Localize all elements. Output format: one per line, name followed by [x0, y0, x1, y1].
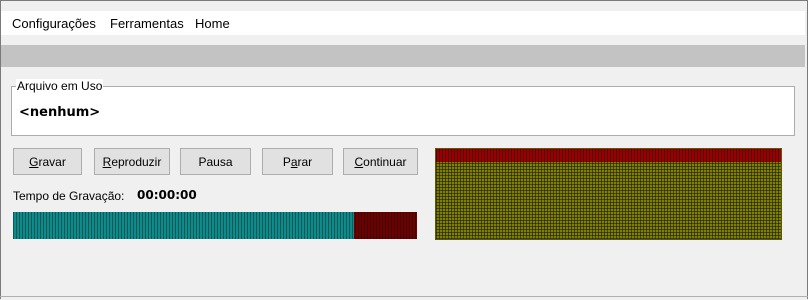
stop-button[interactable]: Pa rar — [262, 148, 333, 175]
play-button-accel: R — [102, 154, 112, 169]
pause-button-label: Pausa — [198, 154, 233, 169]
stop-button-label: rar — [297, 154, 313, 169]
menu-ferramentas[interactable]: Ferramentas — [108, 15, 186, 32]
status-divider — [0, 296, 808, 297]
record-button[interactable]: Gravar — [13, 148, 82, 175]
continue-button-accel: C — [354, 154, 364, 169]
record-button-label: ravar — [38, 154, 66, 169]
play-button[interactable]: Reproduzir — [94, 148, 170, 175]
record-button-accel: G — [29, 154, 39, 169]
menu-home[interactable]: Home — [193, 15, 232, 32]
recording-time-value: 00:00:00 — [137, 188, 197, 202]
audio-level-peak-band — [436, 149, 781, 162]
continue-button[interactable]: Continuar — [343, 148, 418, 175]
continue-button-label: ontinuar — [363, 154, 407, 169]
recording-progress-bar — [13, 212, 417, 239]
toolbar-strip — [1, 45, 805, 67]
recording-time-label: Tempo de Gravação: — [13, 189, 125, 203]
stop-button-accel: a — [290, 154, 298, 169]
audio-level-meter — [435, 148, 782, 240]
recording-progress-fill — [13, 212, 355, 239]
stop-button-label-pre: P — [282, 154, 291, 169]
file-in-use-value: <nenhum> — [19, 105, 101, 120]
file-in-use-group: Arquivo em Uso <nenhum> — [11, 79, 795, 136]
play-button-label: eproduzir — [111, 154, 162, 169]
menu-bar: Configurações Ferramentas Home — [1, 11, 805, 35]
file-in-use-label: Arquivo em Uso — [16, 79, 104, 93]
pause-button[interactable]: Pausa — [180, 148, 251, 175]
menu-configuracoes[interactable]: Configurações — [10, 15, 98, 32]
